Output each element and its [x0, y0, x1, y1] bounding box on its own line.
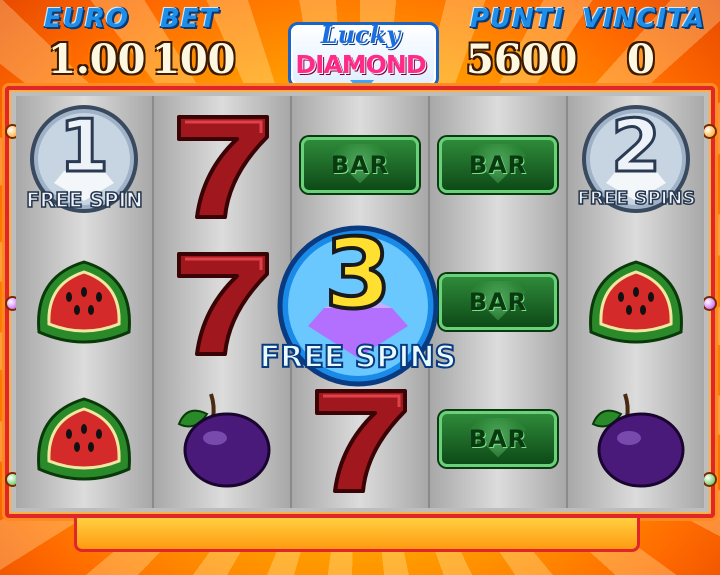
bet-value: 100 [152, 36, 236, 83]
reel-1-row-3 [16, 370, 152, 507]
badge-label: FREE SPINS [259, 339, 458, 376]
bar-label: BAR [468, 150, 528, 179]
reel-1-row-1: 1 FREE SPIN [16, 96, 152, 233]
reel-5-row-3 [568, 370, 704, 507]
bar-label: BAR [468, 424, 528, 453]
reel-5-row-1: 2 FREE SPINS [568, 96, 704, 233]
reel-5-row-2 [568, 233, 704, 370]
payline-marker-icon [702, 472, 717, 487]
watermelon-icon [37, 259, 131, 343]
reel-1: 1 FREE SPIN [16, 96, 154, 508]
badge-number: 1 [57, 103, 110, 190]
payline-marker-icon [702, 296, 717, 311]
bar-label: BAR [330, 150, 390, 179]
badge-label: FREE SPIN [25, 187, 143, 213]
reel-4: BAR BAR BAR [430, 96, 568, 508]
euro-label: EURO [44, 4, 129, 34]
punti-value: 5600 [466, 36, 578, 83]
reel-5: 2 FREE SPINS [568, 96, 704, 508]
reel-2-row-1 [154, 96, 290, 233]
badge-label: FREE SPINS [577, 187, 696, 210]
bar-symbol: BAR [439, 136, 557, 193]
reel-4-row-1: BAR [430, 96, 566, 233]
vincita-value: 0 [627, 36, 655, 83]
bar-symbol: BAR [439, 273, 557, 330]
bar-symbol: BAR [439, 410, 557, 467]
badge-number: 3 [323, 216, 394, 332]
plum-icon [591, 392, 685, 487]
plum-icon [177, 392, 271, 487]
reel-4-row-3: BAR [430, 370, 566, 507]
vincita-label: VINCITA [582, 4, 706, 34]
logo-diamond-text: DIAMOND [295, 50, 426, 79]
watermelon-icon [37, 396, 131, 480]
reel-3-row-1: BAR [292, 96, 428, 233]
punti-label: PUNTI [470, 4, 565, 34]
euro-value: 1.00 [48, 36, 146, 83]
seven-icon [177, 114, 269, 219]
free-spins-3-badge: 3 FREE SPINS [259, 216, 457, 402]
bottom-panel [74, 518, 640, 552]
watermelon-icon [589, 259, 683, 343]
game-logo: Lucky DIAMOND [288, 8, 439, 94]
bar-label: BAR [468, 287, 528, 316]
badge-number: 2 [609, 103, 662, 190]
bar-symbol: BAR [301, 136, 419, 193]
bet-label: BET [160, 4, 219, 34]
reel-1-row-2 [16, 233, 152, 370]
payline-marker-icon [702, 124, 717, 139]
logo-lucky-text: Lucky [320, 20, 401, 49]
